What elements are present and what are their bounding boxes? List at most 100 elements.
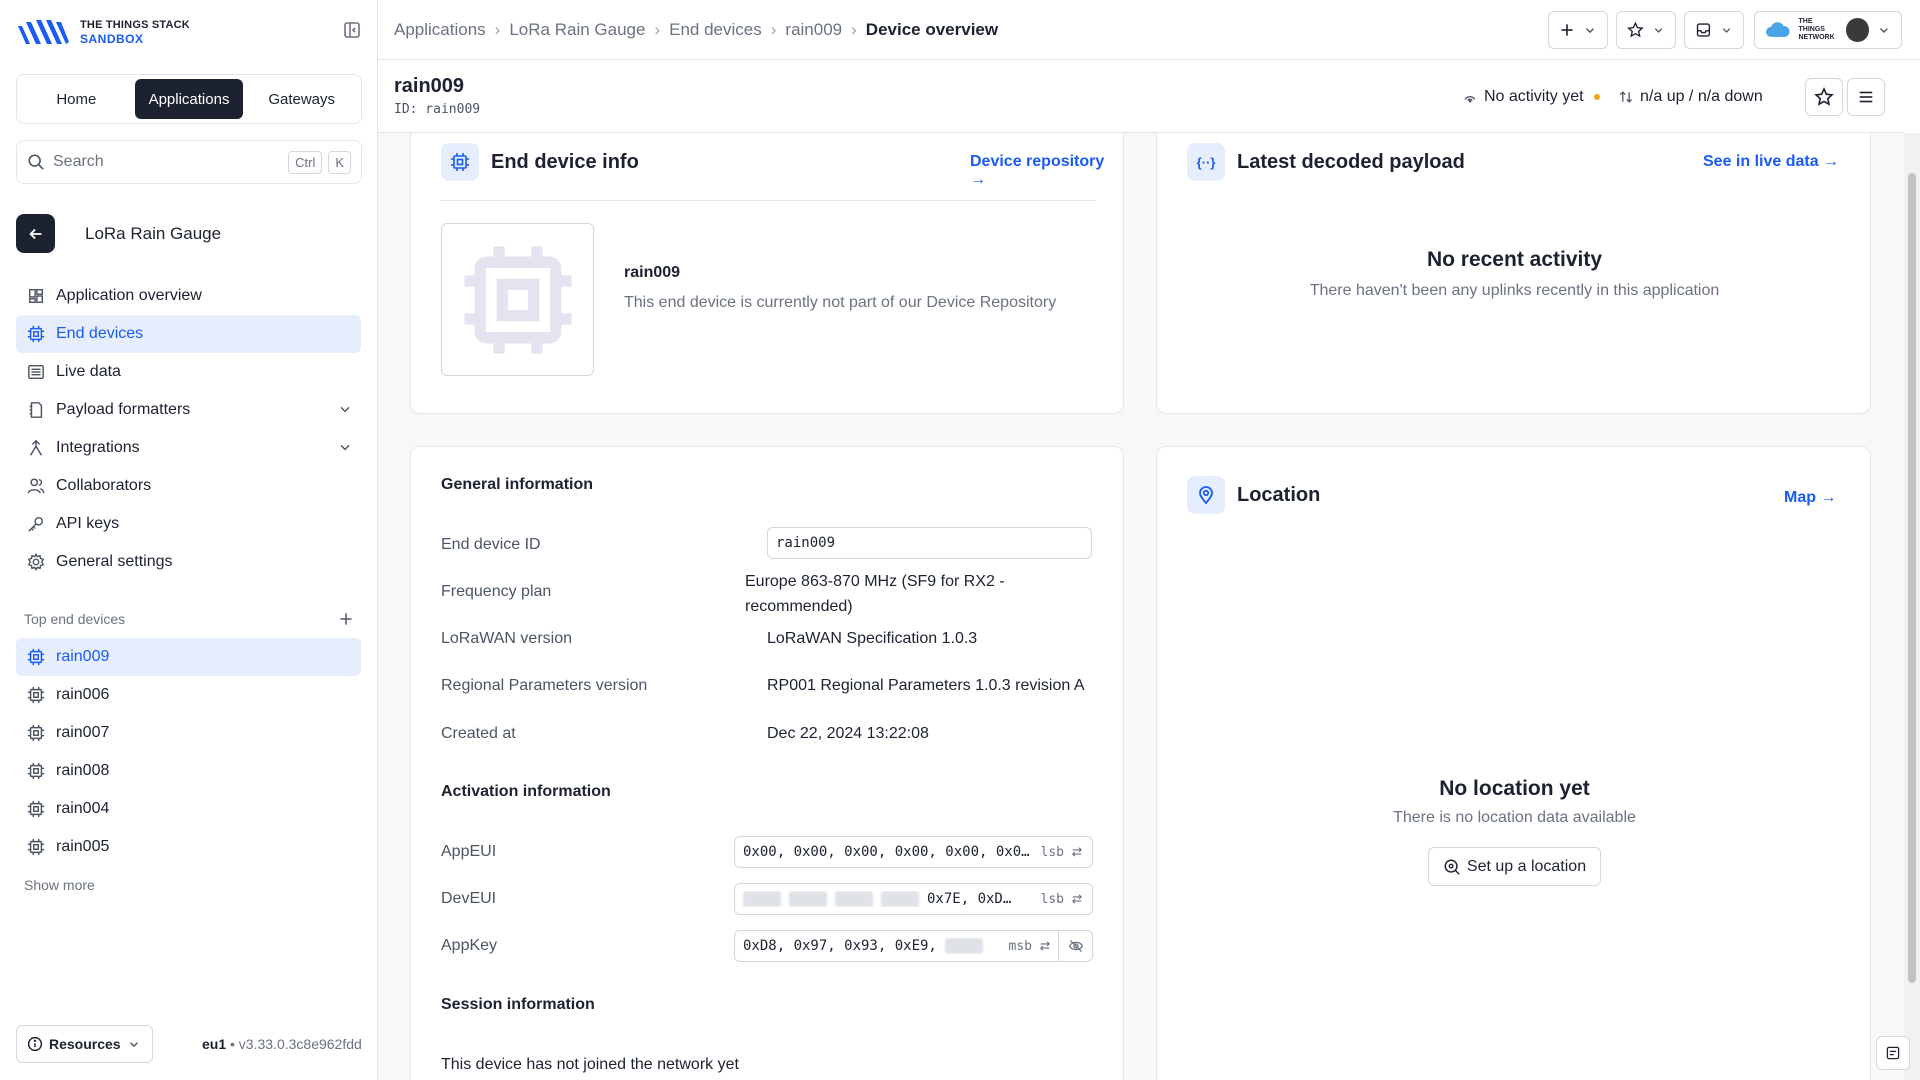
main-scrollbar[interactable] [1904,133,1920,1080]
activity-status: No activity yet [1462,88,1600,106]
swap-icon[interactable] [1068,845,1092,859]
device-id-field[interactable]: rain009 [767,527,1092,559]
chevron-right-icon: › [654,20,661,39]
map-pin-icon [1199,486,1213,505]
search-input[interactable]: Search Ctrl K [16,140,362,184]
nav-label: Collaborators [56,477,152,494]
feedback-button[interactable] [1876,1036,1910,1070]
set-up-location-label: Set up a location [1466,857,1587,875]
device-repository-link[interactable]: Device repository → [970,153,1123,189]
field-label-lorawan-version: LoRaWAN version [441,630,573,647]
top-device-item[interactable]: rain004 [16,790,361,828]
main-content: End device info Device repository → rain… [378,133,1904,1080]
location-search-icon [1444,859,1460,875]
chevron-down-icon [1722,28,1731,33]
top-device-item[interactable]: rain005 [16,828,361,866]
device-menu-button[interactable] [1847,78,1885,116]
nav-item-payload-formatters[interactable]: Payload formatters [16,391,361,429]
location-title: Location [1187,476,1320,514]
network-label: THE THINGS NETWORK [1798,18,1835,41]
top-device-item[interactable]: rain007 [16,714,361,752]
nav-item-application-overview[interactable]: Application overview [16,277,361,315]
breadcrumb-application[interactable]: LoRa Rain Gauge [509,20,645,40]
add-menu-button[interactable] [1548,11,1608,49]
card-title-text: End device info [491,150,639,173]
notifications-menu-button[interactable] [1684,11,1744,49]
nav-item-collaborators[interactable]: Collaborators [16,467,361,505]
nav-item-live-data[interactable]: Live data [16,353,361,391]
nav-item-integrations[interactable]: Integrations [16,429,361,467]
up-down-arrows-icon [1619,91,1633,103]
frequency-plan-value: Europe 863-870 MHz (SF9 for RX2 - recomm… [745,569,1005,619]
activity-dot [1593,94,1600,100]
chip-icon [451,153,469,171]
field-label-deveui: DevEUI [441,890,497,907]
switch-home-tab[interactable]: Home [22,79,131,119]
top-device-item[interactable]: rain008 [16,752,361,790]
appkey-field[interactable]: 0xD8, 0x97, 0x93, 0xE9, msb [734,930,1093,962]
location-empty-state: No location yet There is no location dat… [1157,777,1872,886]
location-card: Location Map → No location yet There is … [1156,446,1871,1080]
search-icon [28,154,44,170]
resources-button[interactable]: Resources [16,1025,153,1063]
chip-icon [26,761,46,781]
nav-item-api-keys[interactable]: API keys [16,505,361,543]
chevron-down-icon [1654,28,1663,33]
brand-logo[interactable]: THE THINGS STACK SANDBOX [16,18,190,46]
chip-icon-box [441,143,479,181]
add-device-button[interactable] [338,611,354,627]
field-label-appeui: AppEUI [441,843,497,860]
application-header: LoRa Rain Gauge [16,214,221,253]
breadcrumb-device[interactable]: rain009 [785,20,842,40]
breadcrumb-end-devices[interactable]: End devices [669,20,762,40]
ttn-cloud-icon [1765,22,1790,37]
sidebar-collapse-button[interactable] [342,20,364,42]
card-title-text: Location [1237,483,1321,506]
top-device-item[interactable]: rain006 [16,676,361,714]
chip-icon [26,837,46,857]
empty-title: No recent activity [1426,248,1603,271]
scrollbar-thumb[interactable] [1908,173,1916,983]
bookmark-device-button[interactable] [1805,78,1843,116]
user-menu-button[interactable]: THE THINGS NETWORK [1754,11,1902,49]
map-link[interactable]: Map → [1784,489,1836,507]
nav-item-end-devices[interactable]: End devices [16,315,361,353]
redacted-byte [835,891,873,907]
switch-gateways-tab[interactable]: Gateways [247,79,356,119]
brand-line2: SANDBOX [80,32,144,46]
show-more-link[interactable]: Show more [24,877,95,893]
breadcrumb-applications[interactable]: Applications [394,20,486,40]
deveui-value-wrap: 0x7E, 0xD… [735,891,1037,907]
see-live-data-link[interactable]: See in live data → [1703,153,1839,171]
appeui-field[interactable]: 0x00, 0x00, 0x00, 0x00, 0x00, 0x0… lsb [734,836,1093,868]
chip-icon [463,245,572,354]
deveui-field[interactable]: 0x7E, 0xD… lsb [734,883,1093,915]
set-up-location-button[interactable]: Set up a location [1427,847,1602,886]
switch-applications-tab[interactable]: Applications [134,79,244,119]
general-info-heading: General information [441,476,594,493]
top-devices-list: rain009 rain006 rain007 rain008 rain004 … [16,638,361,866]
arrow-left-icon [28,228,41,239]
pin-icon-box [1187,476,1225,514]
swap-icon[interactable] [1068,892,1092,906]
chevron-right-icon: › [494,20,501,39]
chevron-down-icon [337,439,353,455]
signal-icon [1464,96,1476,103]
bookmarks-menu-button[interactable] [1616,11,1676,49]
field-label-regional-params: Regional Parameters version [441,677,648,694]
top-device-item[interactable]: rain009 [16,638,361,676]
users-icon [26,476,46,496]
nav-item-general-settings[interactable]: General settings [16,543,361,581]
swap-icon[interactable] [1036,939,1058,953]
back-button[interactable] [16,214,55,253]
session-info-text: This device has not joined the network y… [441,1056,739,1073]
appeui-byte-order: lsb [1040,844,1064,860]
avatar [1845,18,1870,42]
info-icon [27,1036,43,1052]
eye-off-icon[interactable] [1058,931,1092,961]
appkey-value: 0xD8, 0x97, 0x93, 0xE9, [743,938,937,954]
code-icon [26,400,46,420]
empty-text: There haven't been any uplinks recently … [1309,282,1720,299]
top-device-label: rain008 [56,762,110,779]
top-devices-heading: Top end devices [24,611,354,627]
